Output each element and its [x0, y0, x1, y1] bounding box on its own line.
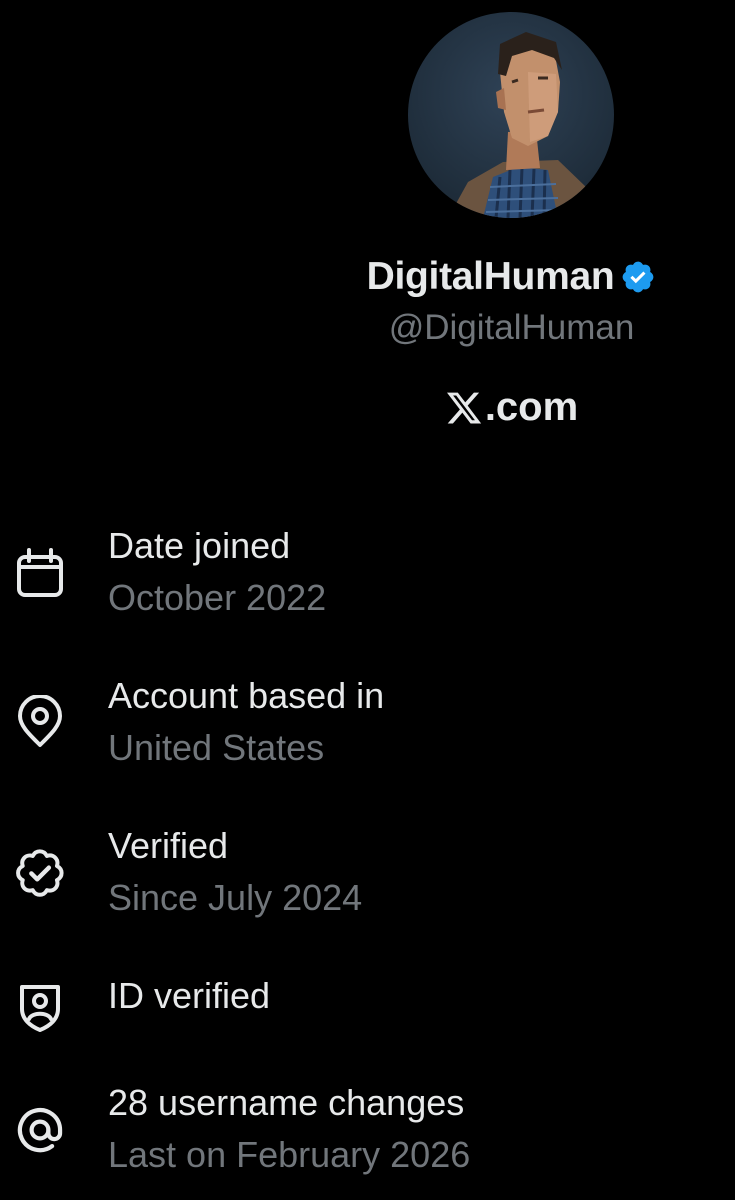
profile-website-text: .com	[484, 385, 579, 429]
username-changes-value: Last on February 2026	[108, 1134, 471, 1175]
calendar-icon	[12, 545, 68, 601]
date-joined-label: Date joined	[108, 525, 291, 566]
verified-badge-icon	[12, 845, 68, 901]
profile-name-row: DigitalHuman	[0, 250, 735, 304]
profile-handle: @DigitalHuman	[388, 308, 635, 347]
location-pin-icon	[12, 695, 68, 751]
id-shield-icon	[12, 979, 68, 1035]
profile-display-name: DigitalHuman	[366, 255, 615, 298]
profile-website-link[interactable]: .com	[288, 385, 735, 430]
verified-value: Since July 2024	[108, 877, 363, 918]
profile-avatar[interactable]	[408, 12, 614, 218]
id-verified-label: ID verified	[108, 975, 271, 1016]
verified-checkmark-icon[interactable]	[620, 259, 656, 295]
verified-label: Verified	[108, 825, 229, 866]
x-logo-icon	[445, 388, 483, 428]
account-based-in-label: Account based in	[108, 675, 385, 716]
at-sign-icon	[12, 1102, 68, 1158]
date-joined-value: October 2022	[108, 577, 327, 618]
account-based-in-value: United States	[108, 727, 325, 768]
username-changes-label: 28 username changes	[108, 1082, 465, 1123]
